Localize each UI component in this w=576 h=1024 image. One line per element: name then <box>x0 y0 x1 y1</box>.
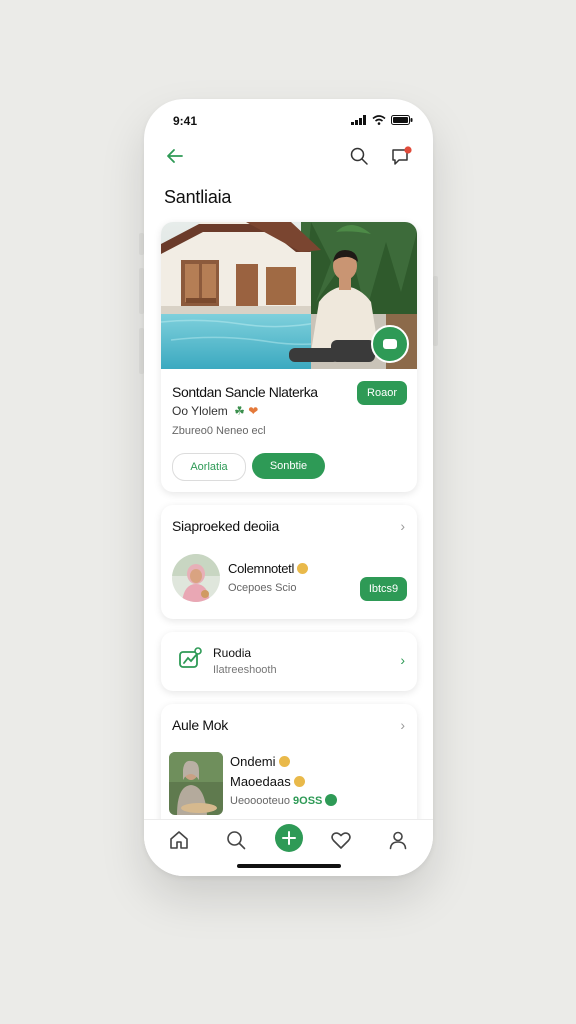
profile-card[interactable]: Sontdan Sancle Nlaterka Oo Ylolem ☘ ❤ Zb… <box>161 222 417 492</box>
clover-icon: ☘ <box>234 404 245 418</box>
page-title: Santliaia <box>164 187 232 207</box>
coin-icon <box>297 563 309 574</box>
wifi-icon <box>372 115 386 125</box>
camera-badge-icon[interactable] <box>371 325 409 363</box>
suggested-person-subtitle: Ocepoes Scio <box>228 582 297 594</box>
more-line-2-text: Maoedaas <box>230 774 291 789</box>
chevron-right-icon[interactable]: › <box>400 717 405 733</box>
profile-name: Sontdan Sancle Nlaterka <box>172 384 318 400</box>
home-indicator <box>237 864 341 868</box>
activity-title: Ruodia <box>213 646 252 660</box>
chat-icon[interactable] <box>390 145 414 167</box>
suggested-title: Siaproeked deoiia <box>172 518 279 534</box>
status-bar: 9:41 <box>144 99 433 139</box>
search-icon[interactable] <box>348 145 370 167</box>
add-button[interactable] <box>275 824 303 852</box>
more-line-3-text: Ueooooteuo <box>230 795 290 807</box>
back-arrow-icon[interactable] <box>164 145 186 167</box>
verified-icon <box>325 794 338 806</box>
heart-icon: ❤ <box>248 404 259 418</box>
more-line-1-text: Ondemi <box>230 754 276 769</box>
chevron-right-icon[interactable]: › <box>400 518 405 534</box>
chevron-right-icon[interactable]: › <box>400 652 405 668</box>
heart-icon[interactable] <box>329 828 353 852</box>
more-line-3: Ueooooteuo 9OSS <box>230 794 338 807</box>
phone-screen: 9:41 Santliaia Sontdan Sancle Nlaterka O… <box>144 99 433 876</box>
profile-icon[interactable] <box>386 828 410 852</box>
primary-button[interactable]: Sonbtie <box>252 453 325 479</box>
suggested-follow-button[interactable]: Ibtcs9 <box>360 577 407 601</box>
phone-side-button <box>433 276 438 346</box>
suggested-person-name: Colemnotetl <box>228 561 309 576</box>
more-card: Aule Mok › Ondemi Maoedaas Ueooooteuo 9O… <box>161 704 417 834</box>
plus-icon <box>282 831 296 845</box>
coin-icon <box>293 776 305 787</box>
thumbnail-image <box>169 752 223 815</box>
more-line-1: Ondemi <box>230 754 290 769</box>
avatar <box>172 554 220 602</box>
profile-subtitle: Oo Ylolem ☘ ❤ <box>172 404 258 418</box>
home-icon[interactable] <box>167 828 191 852</box>
secondary-button[interactable]: Aorlatia <box>172 453 246 481</box>
status-time: 9:41 <box>173 114 198 128</box>
signal-icon <box>351 115 366 125</box>
edit-image-icon <box>179 647 202 668</box>
profile-meta: Zbureo0 Neneo ecl <box>172 425 266 437</box>
profile-subtitle-text: Oo Ylolem <box>172 404 228 418</box>
search-icon[interactable] <box>224 828 248 852</box>
battery-icon <box>391 115 413 125</box>
more-line-2: Maoedaas <box>230 774 305 789</box>
status-icons <box>351 115 413 125</box>
more-line-3-highlight: 9OSS <box>293 795 323 807</box>
activity-row[interactable]: Ruodia Ilatreeshooth › <box>161 632 417 691</box>
coin-icon <box>278 756 290 767</box>
follow-button[interactable]: Roaor <box>357 381 407 405</box>
suggested-person-name-text: Colemnotetl <box>228 561 295 576</box>
top-bar <box>144 139 433 175</box>
suggested-card: Siaproeked deoiia › Colemnotetl Ocepoes … <box>161 505 417 619</box>
more-title: Aule Mok <box>172 717 228 733</box>
activity-subtitle: Ilatreeshooth <box>213 664 277 676</box>
